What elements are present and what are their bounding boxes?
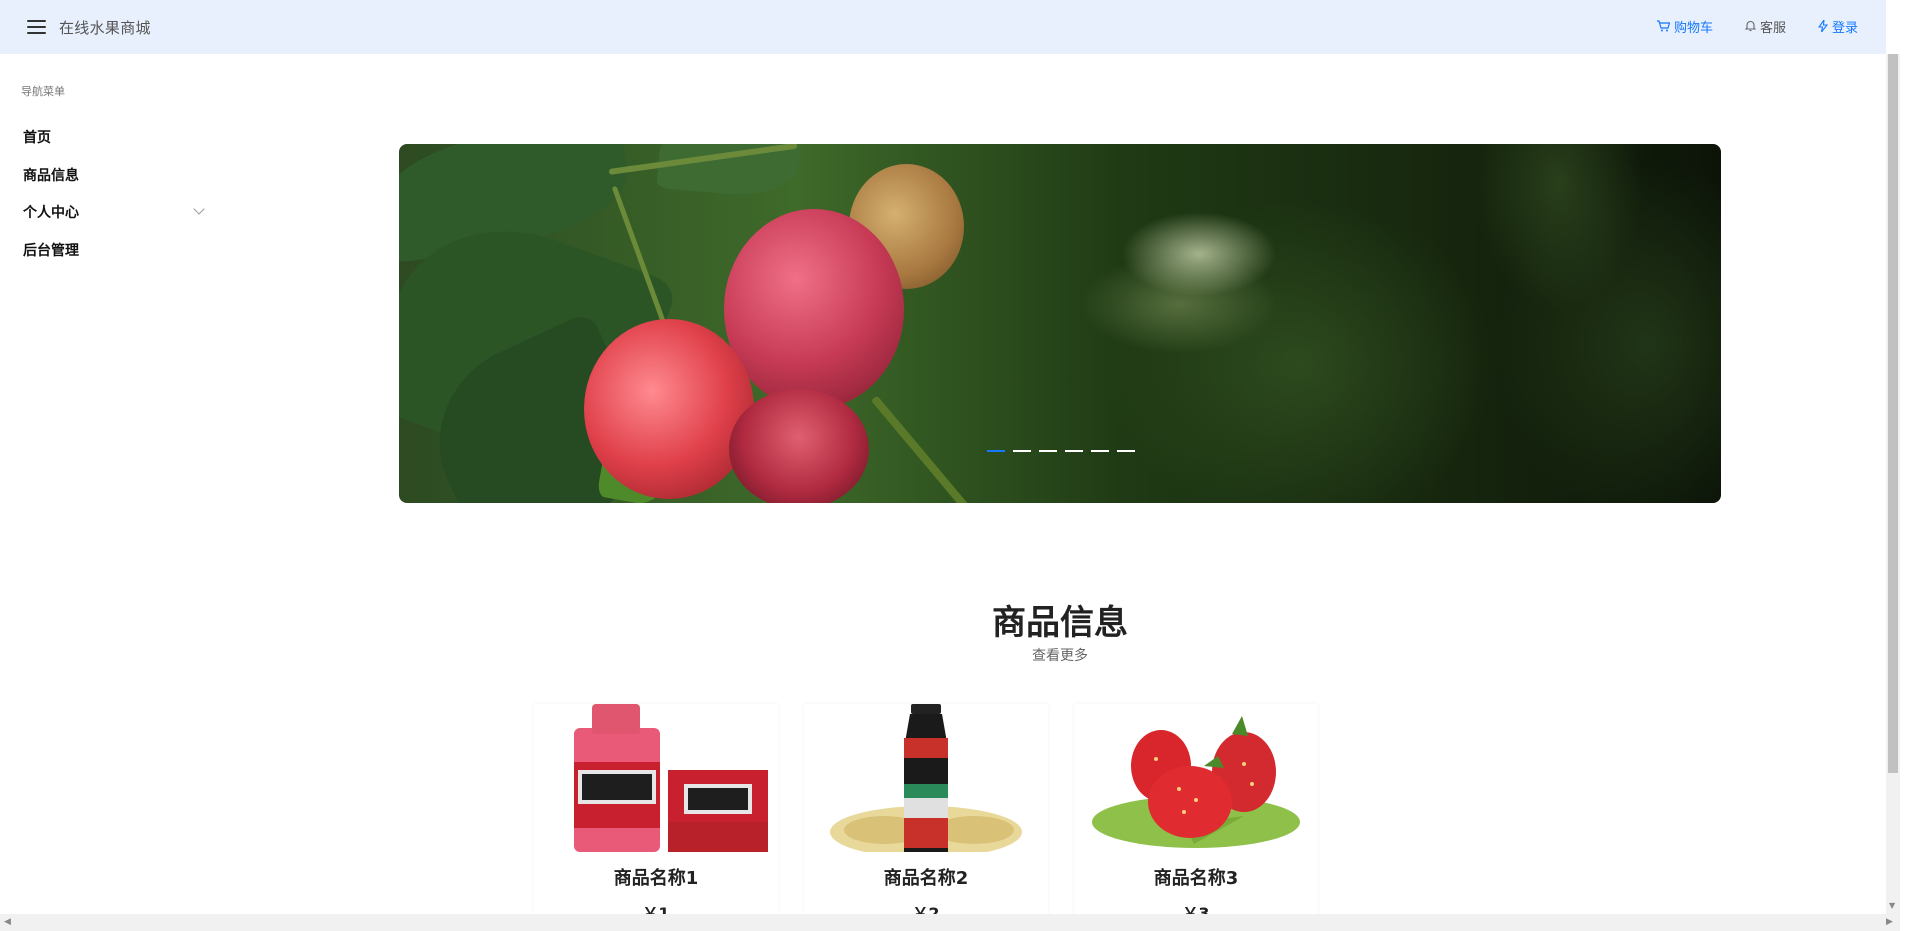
menu-toggle-icon[interactable] [27,20,46,34]
sidebar-item-label: 个人中心 [23,205,79,221]
customer-service-link[interactable]: 客服 [1744,17,1786,36]
product-name: 商品名称1 [613,868,699,889]
carousel-dot[interactable] [1117,450,1135,452]
cart-link[interactable]: 购物车 [1656,17,1713,36]
lightning-icon [1817,17,1829,34]
sidebar-item-profile[interactable]: 个人中心 [23,197,205,227]
sidebar-item-home[interactable]: 首页 [23,122,203,152]
login-label: 登录 [1831,21,1858,36]
product-name: 商品名称2 [883,868,969,889]
sidebar: 导航菜单 首页 商品信息 个人中心 后台管理 [0,54,210,914]
sidebar-item-label: 后台管理 [23,243,79,259]
carousel-dot[interactable] [1039,450,1057,452]
bell-icon [1744,20,1757,34]
top-header: 在线水果商城 购物车 客服 登录 [0,0,1886,54]
product-card[interactable]: 商品名称3 ￥3 [1074,704,1318,923]
product-image [1084,704,1308,852]
horizontal-scrollbar[interactable]: ◀ ▶ [0,914,1900,931]
vertical-scrollbar[interactable]: ▼ [1886,54,1900,914]
scrollbar-thumb[interactable] [1888,54,1898,773]
scroll-down-icon[interactable]: ▼ [1889,901,1895,910]
stem-shape [870,395,980,503]
sidebar-item-products[interactable]: 商品信息 [23,160,203,190]
section-title: 商品信息 [992,603,1128,643]
sidebar-item-label: 首页 [23,130,51,146]
carousel-dot[interactable] [987,450,1005,452]
scroll-right-icon[interactable]: ▶ [1886,917,1893,927]
nav-title: 导航菜单 [21,85,65,98]
customer-service-label: 客服 [1759,21,1786,36]
cart-label: 购物车 [1673,21,1713,36]
sidebar-item-label: 商品信息 [23,168,79,184]
product-card[interactable]: 商品名称1 ￥1 [534,704,778,923]
sidebar-item-admin[interactable]: 后台管理 [23,235,203,265]
scroll-left-icon[interactable]: ◀ [4,917,11,927]
view-more-link[interactable]: 查看更多 [0,645,1920,665]
app-root: 在线水果商城 购物车 客服 登录 导航菜单 首页 商品信息 个人中心 后台管理 … [0,0,1920,931]
header-actions: 购物车 客服 登录 [1625,17,1858,36]
berry-shape [729,389,869,503]
app-title: 在线水果商城 [59,19,151,37]
product-card[interactable]: 商品名称2 ￥2 [804,704,1048,923]
login-link[interactable]: 登录 [1817,17,1858,36]
berry-shape [724,209,904,409]
product-name: 商品名称3 [1153,868,1239,889]
product-image [814,704,1038,852]
chevron-down-icon [193,203,205,215]
product-image [544,704,768,852]
carousel-dot[interactable] [1013,450,1031,452]
cart-icon [1656,19,1671,34]
banner-carousel[interactable] [399,144,1721,503]
carousel-indicators [987,450,1135,452]
carousel-dot[interactable] [1091,450,1109,452]
berry-shape [584,319,754,499]
carousel-dot[interactable] [1065,450,1083,452]
